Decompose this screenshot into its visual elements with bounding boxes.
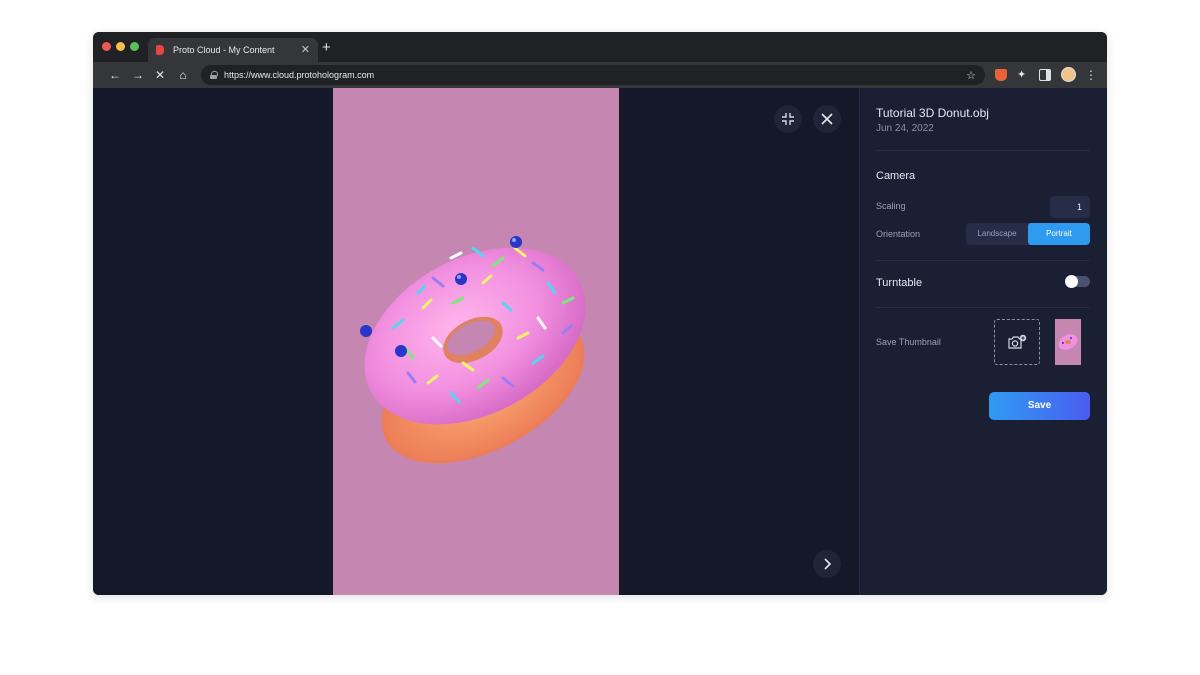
camera-section-title: Camera [876, 170, 916, 182]
save-button[interactable]: Save [989, 392, 1090, 420]
orientation-toggle: Landscape Portrait [966, 223, 1090, 245]
proto-favicon-icon [156, 45, 164, 55]
extensions-puzzle-icon[interactable]: ✦ [1017, 69, 1029, 81]
browser-menu-icon[interactable]: ⋮ [1085, 69, 1097, 81]
file-date: Jun 24, 2022 [876, 123, 934, 134]
profile-avatar[interactable] [1061, 67, 1076, 82]
bookmark-star-icon[interactable]: ☆ [966, 69, 976, 82]
scaling-label: Scaling [876, 201, 906, 211]
tab-close-icon[interactable]: ✕ [301, 44, 310, 56]
back-button[interactable]: ← [108, 68, 122, 82]
orientation-landscape-option[interactable]: Landscape [966, 223, 1028, 245]
model-canvas[interactable] [333, 88, 619, 595]
window-minimize-button[interactable] [116, 42, 125, 51]
save-thumbnail-label: Save Thumbnail [876, 337, 941, 347]
thumbnail-preview[interactable] [1055, 319, 1081, 365]
side-panel-icon[interactable] [1039, 69, 1051, 81]
minimize-button[interactable] [774, 105, 802, 133]
donut-thumbnail [1058, 334, 1078, 350]
next-button[interactable] [813, 550, 841, 578]
camera-add-icon [1008, 334, 1027, 349]
lock-icon [210, 71, 218, 79]
window-close-button[interactable] [102, 42, 111, 51]
tab-strip: Proto Cloud - My Content ✕ + [93, 32, 1107, 62]
browser-tab[interactable]: Proto Cloud - My Content ✕ [148, 38, 318, 62]
tab-title: Proto Cloud - My Content [173, 45, 275, 55]
new-tab-button[interactable]: + [322, 40, 331, 55]
turntable-label: Turntable [876, 277, 923, 289]
divider [876, 150, 1090, 151]
divider [876, 307, 1090, 308]
forward-button[interactable]: → [131, 68, 145, 82]
orientation-portrait-option[interactable]: Portrait [1028, 223, 1090, 245]
close-icon [821, 113, 833, 125]
properties-panel: Tutorial 3D Donut.obj Jun 24, 2022 Camer… [859, 88, 1107, 595]
file-name: Tutorial 3D Donut.obj [876, 106, 989, 120]
close-viewer-button[interactable] [813, 105, 841, 133]
orientation-label: Orientation [876, 229, 921, 239]
chevron-right-icon [824, 558, 832, 570]
window-maximize-button[interactable] [130, 42, 139, 51]
donut-model-render [360, 236, 586, 464]
divider [876, 260, 1090, 261]
minimize-icon [782, 113, 794, 125]
switch-knob [1065, 275, 1078, 288]
home-button[interactable]: ⌂ [176, 68, 190, 82]
capture-thumbnail-button[interactable] [994, 319, 1040, 365]
model-viewer [93, 88, 859, 595]
turntable-switch[interactable] [1065, 275, 1090, 288]
address-bar[interactable]: https://www.cloud.protohologram.com ☆ [201, 65, 985, 85]
url-text[interactable]: https://www.cloud.protohologram.com [224, 70, 966, 80]
scaling-input[interactable]: 1 [1050, 196, 1090, 218]
stop-loading-button[interactable]: ✕ [153, 68, 167, 82]
browser-window: Proto Cloud - My Content ✕ + ← → ✕ ⌂ htt… [93, 32, 1107, 595]
browser-toolbar: ← → ✕ ⌂ https://www.cloud.protohologram.… [93, 62, 1107, 88]
extension-fox-icon[interactable] [995, 69, 1007, 81]
